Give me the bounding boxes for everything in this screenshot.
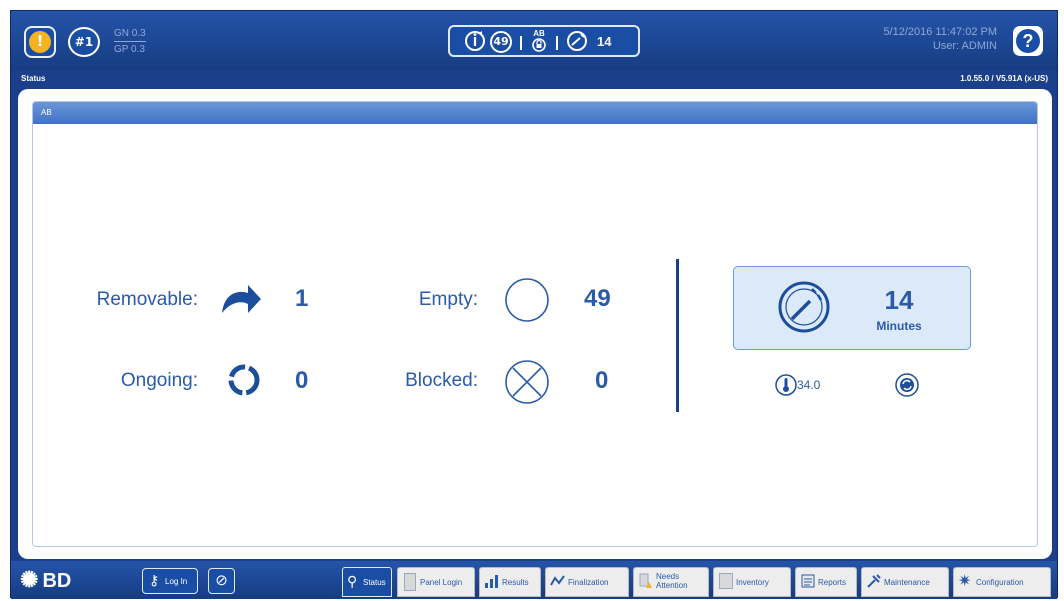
- gauge-icon: [567, 31, 587, 51]
- empty-circle-icon: [505, 278, 549, 322]
- page-title: Status: [21, 74, 46, 83]
- gn-value: GN 0.3: [114, 27, 146, 42]
- blocked-label: Blocked:: [405, 370, 478, 391]
- ongoing-count: 0: [295, 367, 309, 394]
- key-icon: ⚷: [149, 572, 160, 588]
- user-name: User: ADMIN: [932, 40, 997, 52]
- disconnect-button[interactable]: ⊘: [208, 568, 235, 594]
- blocked-count: 0: [595, 367, 609, 394]
- tab-label: Reports: [818, 578, 847, 587]
- timer-box[interactable]: 14 Minutes: [733, 266, 971, 350]
- gauge-icon: [778, 281, 830, 333]
- tab-label: Results: [502, 578, 529, 587]
- help-button[interactable]: ?: [1013, 26, 1043, 56]
- tab-results[interactable]: Results: [479, 567, 541, 597]
- instrument-button[interactable]: #1: [68, 27, 100, 57]
- configuration-icon: ✷: [958, 573, 972, 590]
- tab-label: Maintenance: [884, 578, 930, 587]
- separator: [520, 36, 522, 50]
- tab-label: Finalization: [568, 578, 609, 587]
- tab-label: Needs Attention: [656, 572, 688, 590]
- app-window: #1 GN 0.3 GP 0.3 49 AB: [10, 10, 1058, 599]
- bd-logo: ✺ BD: [20, 567, 71, 593]
- removable-label: Removable:: [96, 289, 198, 310]
- status-header: Status 1.0.55.0 / V5.91A (x-US): [18, 70, 1052, 88]
- temperature-value: 34.0: [797, 378, 821, 392]
- logo-text: BD: [42, 570, 72, 592]
- bottom-bar: ✺ BD ⚷ Log In ⊘ ⚲ Status Panel Login Resu…: [11, 561, 1057, 599]
- login-button[interactable]: ⚷ Log In: [142, 568, 198, 594]
- tab-label: Configuration: [976, 578, 1024, 587]
- removable-count: 1: [295, 285, 309, 312]
- ab-panel-header: AB: [33, 102, 1037, 124]
- instrument-status-summary[interactable]: 49 AB 14: [448, 25, 640, 57]
- top-bar: #1 GN 0.3 GP 0.3 49 AB: [11, 11, 1057, 71]
- tab-label: Inventory: [736, 578, 769, 587]
- vertical-divider: [676, 259, 679, 412]
- ab-lock-status: AB: [530, 29, 548, 55]
- blocked-x-icon: [505, 360, 549, 404]
- gp-value: GP 0.3: [114, 44, 145, 55]
- maintenance-icon: [867, 574, 881, 588]
- help-icon: ?: [1022, 31, 1034, 51]
- timer-value: 14: [884, 285, 914, 315]
- empty-count: 49: [584, 285, 611, 312]
- no-connection-icon: ⊘: [215, 572, 228, 589]
- reagent-status: GN 0.3 GP 0.3: [114, 27, 146, 56]
- wrench-icon: ⚲: [347, 573, 358, 589]
- version-label: 1.0.55.0 / V5.91A (x-US): [960, 74, 1048, 83]
- tab-finalization[interactable]: Finalization: [545, 567, 629, 597]
- timer-unit: Minutes: [876, 319, 922, 333]
- timer-count: 14: [597, 34, 612, 49]
- ongoing-label: Ongoing:: [120, 370, 198, 391]
- reports-icon: [801, 574, 815, 588]
- panel-icon: [404, 573, 416, 591]
- main-content: AB Removable: 1 Ongoing: 0 Empty: 49 Blo…: [18, 89, 1052, 559]
- tab-needs-attention[interactable]: Needs Attention: [633, 567, 709, 597]
- separator: [556, 36, 558, 50]
- warning-icon: [29, 31, 51, 53]
- tab-status[interactable]: ⚲ Status: [342, 567, 392, 597]
- finalization-icon: [550, 575, 565, 586]
- ab-label: AB: [533, 29, 545, 38]
- empty-label: Empty:: [418, 289, 478, 310]
- ab-panel-title: AB: [41, 108, 52, 117]
- tab-label: Panel Login: [420, 578, 463, 587]
- tab-configuration[interactable]: ✷ Configuration: [953, 567, 1051, 597]
- datetime-user: 5/12/2016 11:47:02 PM User: ADMIN: [883, 25, 997, 53]
- lock-icon: [532, 38, 546, 52]
- sun-logo-icon: ✺: [20, 567, 39, 592]
- login-label: Log In: [165, 577, 188, 586]
- attention-icon: [639, 573, 652, 588]
- empty-count-pill: 49: [490, 31, 512, 53]
- door-info-icon: [465, 31, 485, 51]
- ongoing-cycle-icon: [228, 364, 260, 396]
- tab-panel-login[interactable]: Panel Login: [397, 567, 475, 597]
- instrument-number: #1: [74, 35, 94, 49]
- alert-button[interactable]: [24, 26, 56, 58]
- thermometer-icon: [775, 374, 797, 396]
- tab-label: Status: [363, 578, 386, 587]
- results-icon: [485, 575, 498, 588]
- tab-maintenance[interactable]: Maintenance: [861, 567, 949, 597]
- tab-reports[interactable]: Reports: [795, 567, 857, 597]
- inventory-icon: [719, 573, 733, 589]
- tab-inventory[interactable]: Inventory: [713, 567, 791, 597]
- removable-arrow-icon: [222, 285, 261, 313]
- datetime: 5/12/2016 11:47:02 PM: [883, 26, 997, 38]
- sync-icon[interactable]: [895, 373, 919, 397]
